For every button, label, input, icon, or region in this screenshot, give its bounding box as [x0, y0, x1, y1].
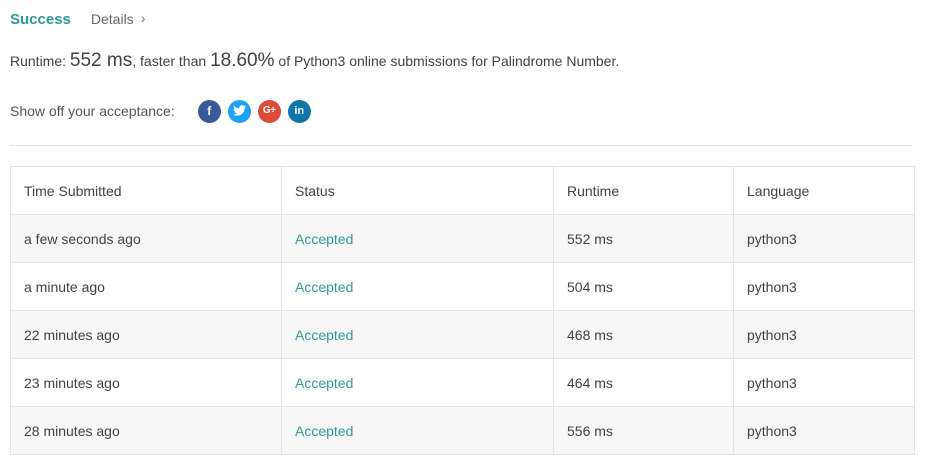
- status-cell: Accepted: [281, 358, 554, 407]
- column-header-runtime[interactable]: Runtime: [553, 166, 734, 215]
- table-row: 23 minutes ago Accepted 464 ms python3: [10, 358, 915, 407]
- details-label: Details: [90, 11, 134, 27]
- social-buttons: f G+ in: [197, 99, 318, 123]
- linkedin-share-button[interactable]: in: [287, 99, 311, 123]
- time-cell: a few seconds ago: [10, 214, 282, 263]
- time-cell: 23 minutes ago: [10, 358, 282, 407]
- runtime-middle: , faster than: [132, 53, 211, 69]
- runtime-cell: 464 ms: [553, 358, 734, 407]
- submissions-table: Time Submitted Status Runtime Language a…: [10, 166, 915, 455]
- language-cell: python3: [733, 214, 915, 263]
- twitter-icon: [232, 104, 246, 118]
- status-cell: Accepted: [281, 214, 554, 263]
- runtime-value: 552 ms: [69, 50, 133, 71]
- google-plus-icon: G+: [262, 105, 276, 116]
- table-row: a minute ago Accepted 504 ms python3: [10, 262, 915, 311]
- status-cell: Accepted: [281, 406, 554, 455]
- table-row: a few seconds ago Accepted 552 ms python…: [10, 214, 915, 263]
- runtime-percent: 18.60%: [210, 50, 275, 71]
- column-header-time[interactable]: Time Submitted: [10, 166, 282, 215]
- column-header-status[interactable]: Status: [281, 166, 554, 215]
- status-link[interactable]: Accepted: [295, 423, 353, 439]
- time-cell: 22 minutes ago: [10, 310, 282, 359]
- runtime-cell: 468 ms: [553, 310, 734, 359]
- language-cell: python3: [733, 358, 915, 407]
- status-link[interactable]: Accepted: [295, 231, 353, 247]
- google-plus-share-button[interactable]: G+: [257, 99, 281, 123]
- details-link[interactable]: Details ›: [90, 10, 146, 27]
- status-cell: Accepted: [281, 262, 554, 311]
- facebook-icon: f: [207, 104, 212, 118]
- runtime-summary: Runtime: 552 ms, faster than 18.60% of P…: [10, 50, 619, 72]
- status-link[interactable]: Accepted: [295, 279, 353, 295]
- time-cell: a minute ago: [10, 262, 282, 311]
- result-header: Success Details ›: [10, 9, 145, 29]
- status-cell: Accepted: [281, 310, 554, 359]
- runtime-cell: 552 ms: [553, 214, 734, 263]
- share-label: Show off your acceptance:: [10, 103, 175, 119]
- runtime-cell: 504 ms: [553, 262, 734, 311]
- status-link[interactable]: Accepted: [295, 375, 353, 391]
- runtime-suffix: of Python3 online submissions for Palind…: [274, 53, 620, 69]
- status-link[interactable]: Accepted: [295, 327, 353, 343]
- share-row: Show off your acceptance: f G+ in: [10, 99, 318, 123]
- language-cell: python3: [733, 310, 915, 359]
- divider: [10, 145, 913, 146]
- language-cell: python3: [733, 262, 915, 311]
- runtime-prefix: Runtime:: [10, 53, 70, 69]
- status-title: Success: [10, 10, 71, 28]
- language-cell: python3: [733, 406, 915, 455]
- time-cell: 28 minutes ago: [10, 406, 282, 455]
- table-row: 28 minutes ago Accepted 556 ms python3: [10, 406, 915, 455]
- runtime-cell: 556 ms: [553, 406, 734, 455]
- chevron-right-icon: ›: [140, 10, 146, 26]
- table-row: 22 minutes ago Accepted 468 ms python3: [10, 310, 915, 359]
- facebook-share-button[interactable]: f: [197, 99, 221, 123]
- twitter-share-button[interactable]: [227, 99, 251, 123]
- column-header-language[interactable]: Language: [733, 166, 915, 215]
- linkedin-icon: in: [294, 104, 305, 117]
- table-header-row: Time Submitted Status Runtime Language: [10, 166, 915, 215]
